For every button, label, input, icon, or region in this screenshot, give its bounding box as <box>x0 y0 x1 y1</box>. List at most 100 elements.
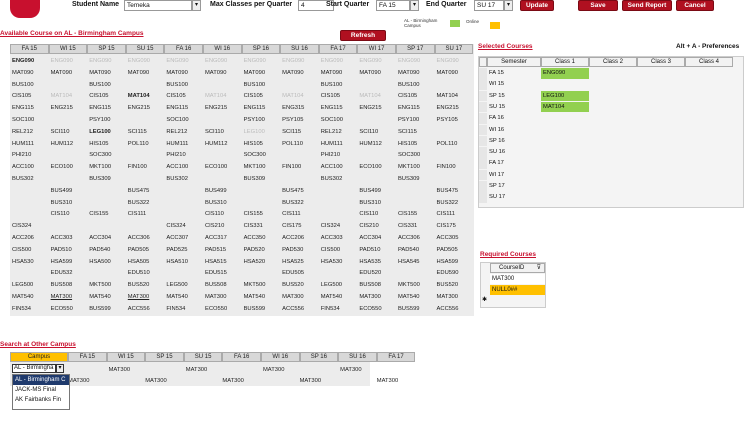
course-cell[interactable]: HIS105 <box>396 139 435 149</box>
course-cell[interactable]: MAT090 <box>203 68 242 78</box>
course-cell[interactable]: ACC306 <box>396 233 435 243</box>
course-cell[interactable]: PHI210 <box>10 150 49 160</box>
course-cell[interactable]: ENG315 <box>280 103 319 113</box>
end-quarter-dropdown-arrow[interactable]: ▾ <box>504 0 513 11</box>
course-cell[interactable]: CIS110 <box>203 209 242 219</box>
course-cell[interactable]: HUM111 <box>319 139 358 149</box>
row-selector[interactable] <box>479 101 487 113</box>
course-cell[interactable]: ACC100 <box>319 162 358 172</box>
class3-cell[interactable] <box>637 170 685 181</box>
course-cell[interactable]: PAD510 <box>49 245 88 255</box>
class2-cell[interactable] <box>589 147 637 158</box>
course-cell[interactable]: FIN100 <box>126 162 165 172</box>
course-cell[interactable]: CIS105 <box>242 91 281 101</box>
student-name-select[interactable]: Temeka <box>124 0 192 11</box>
course-cell[interactable]: EDU510 <box>126 268 165 278</box>
class3-cell[interactable] <box>637 192 685 203</box>
search-course-cell[interactable] <box>300 365 339 375</box>
course-cell[interactable]: MAT090 <box>242 68 281 78</box>
class4-cell[interactable] <box>685 170 733 181</box>
course-cell[interactable]: MAT090 <box>357 68 396 78</box>
course-cell[interactable] <box>319 209 358 219</box>
course-cell[interactable] <box>396 186 435 196</box>
course-cell[interactable]: MAT090 <box>164 68 203 78</box>
course-cell[interactable]: CIS155 <box>87 209 126 219</box>
class3-cell[interactable] <box>637 68 685 79</box>
course-cell[interactable]: PAD510 <box>357 245 396 255</box>
class1-cell[interactable]: MAT104 <box>541 101 589 113</box>
course-cell[interactable]: MAT300 <box>126 292 165 302</box>
search-course-cell[interactable] <box>259 376 298 386</box>
course-cell[interactable]: LEG500 <box>164 280 203 290</box>
course-cell[interactable]: BUS310 <box>357 198 396 208</box>
course-cell[interactable]: PAD505 <box>435 245 474 255</box>
class4-cell[interactable] <box>685 136 733 147</box>
course-cell[interactable]: MAT090 <box>49 68 88 78</box>
course-cell[interactable]: CIS105 <box>396 91 435 101</box>
start-quarter-select[interactable]: FA 15 <box>376 0 410 11</box>
course-cell[interactable]: MAT300 <box>49 292 88 302</box>
course-cell[interactable]: BUS520 <box>435 280 474 290</box>
course-cell[interactable]: SCI110 <box>203 127 242 137</box>
course-cell[interactable]: MAT300 <box>280 292 319 302</box>
course-cell[interactable] <box>203 150 242 160</box>
row-selector[interactable] <box>479 135 487 147</box>
course-cell[interactable]: ENG215 <box>357 103 396 113</box>
search-course-cell[interactable] <box>222 365 261 375</box>
course-cell[interactable]: CIS324 <box>319 221 358 231</box>
course-cell[interactable]: CIS110 <box>357 209 396 219</box>
course-cell[interactable] <box>280 80 319 90</box>
course-cell[interactable]: FIN100 <box>280 162 319 172</box>
course-cell[interactable]: HSA505 <box>126 257 165 267</box>
course-cell[interactable]: FIN100 <box>435 162 474 172</box>
course-cell[interactable]: BUS599 <box>396 304 435 314</box>
search-course-cell[interactable] <box>68 365 107 375</box>
course-cell[interactable]: MAT104 <box>435 91 474 101</box>
course-cell[interactable]: PHI210 <box>164 150 203 160</box>
class3-cell[interactable] <box>637 125 685 136</box>
row-selector[interactable] <box>479 192 487 203</box>
course-cell[interactable]: REL212 <box>319 127 358 137</box>
class4-cell[interactable] <box>685 192 733 203</box>
course-cell[interactable]: HSA515 <box>203 257 242 267</box>
required-row-1[interactable]: MAT300 <box>490 274 545 284</box>
course-cell[interactable]: ENG090 <box>49 56 88 66</box>
course-cell[interactable] <box>319 198 358 208</box>
class4-cell[interactable] <box>685 181 733 192</box>
course-cell[interactable]: HSA525 <box>280 257 319 267</box>
course-cell[interactable]: HSA545 <box>396 257 435 267</box>
class2-cell[interactable] <box>589 91 637 102</box>
search-course-cell[interactable]: MAT300 <box>66 376 105 386</box>
course-cell[interactable] <box>396 268 435 278</box>
search-course-cell[interactable]: MAT300 <box>107 365 146 375</box>
course-cell[interactable]: EDU590 <box>435 268 474 278</box>
class3-cell[interactable] <box>637 181 685 192</box>
class2-cell[interactable] <box>589 158 637 169</box>
course-cell[interactable]: PAD520 <box>242 245 281 255</box>
class4-cell[interactable] <box>685 158 733 169</box>
course-cell[interactable]: BUS310 <box>203 198 242 208</box>
filter-icon[interactable]: ⊽ <box>537 264 541 272</box>
start-quarter-dropdown-arrow[interactable]: ▾ <box>410 0 419 11</box>
course-cell[interactable]: BUS302 <box>10 174 49 184</box>
course-cell[interactable] <box>126 115 165 125</box>
course-cell[interactable]: MAT104 <box>49 91 88 101</box>
class4-cell[interactable] <box>685 147 733 158</box>
course-cell[interactable]: CIS324 <box>10 221 49 231</box>
course-cell[interactable]: EDU520 <box>357 268 396 278</box>
search-course-cell[interactable] <box>145 365 184 375</box>
course-cell[interactable]: CIS105 <box>319 91 358 101</box>
row-selector[interactable] <box>479 68 487 79</box>
course-cell[interactable]: PAD505 <box>126 245 165 255</box>
course-cell[interactable]: ENG090 <box>357 56 396 66</box>
class2-cell[interactable] <box>589 125 637 136</box>
class2-cell[interactable] <box>589 136 637 147</box>
course-cell[interactable] <box>126 221 165 231</box>
course-cell[interactable]: MAT090 <box>10 68 49 78</box>
course-cell[interactable]: FIN534 <box>164 304 203 314</box>
course-cell[interactable]: SOC100 <box>319 115 358 125</box>
course-cell[interactable]: BUS499 <box>357 186 396 196</box>
course-cell[interactable]: MAT540 <box>319 292 358 302</box>
class2-cell[interactable] <box>589 192 637 203</box>
save-button[interactable]: Save <box>578 0 618 11</box>
